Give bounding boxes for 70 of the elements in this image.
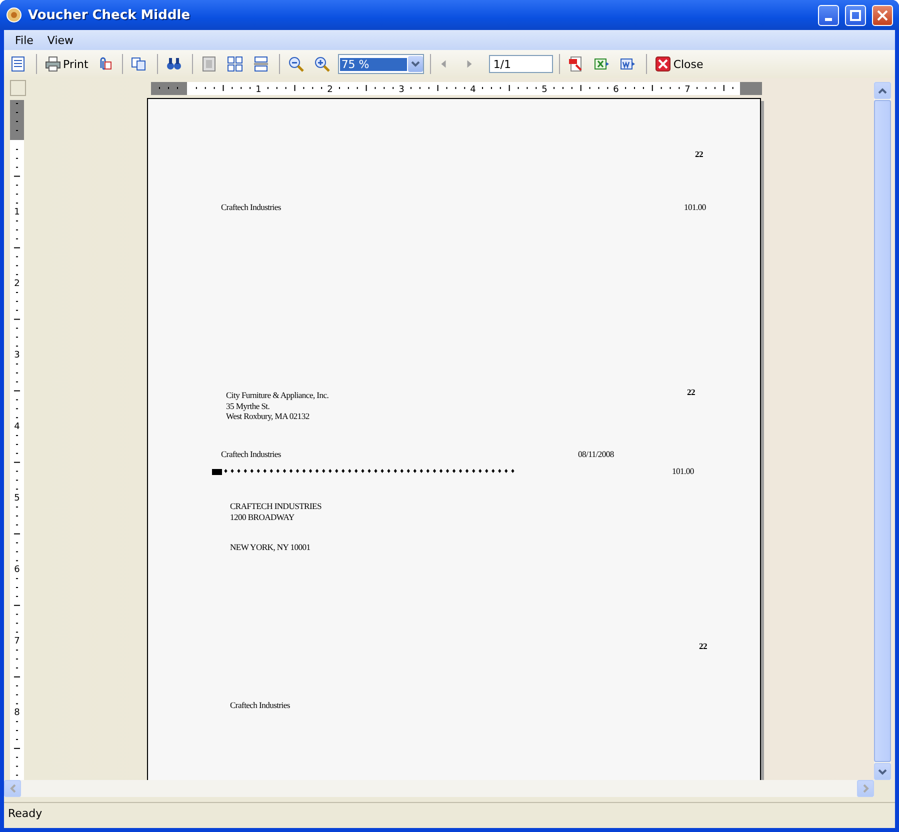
menu-item[interactable]: View — [40, 34, 81, 46]
ruler-number: 2 — [327, 85, 333, 95]
ruler-number: 2 — [14, 278, 20, 289]
report-text: 22 — [695, 149, 703, 160]
zoom-in-icon — [314, 56, 330, 72]
chevron-down-icon — [878, 768, 887, 774]
ruler-number: 4 — [470, 85, 476, 95]
report-text: Craftech Industries — [221, 202, 281, 212]
four-pages-icon — [227, 56, 244, 72]
close-icon — [877, 10, 888, 20]
ruler-number: 1 — [14, 207, 20, 218]
ruler-number: 4 — [14, 422, 20, 432]
ruler-margin — [10, 100, 24, 140]
spreadsheet-export-icon — [594, 56, 610, 72]
zoom-out-icon — [288, 56, 304, 72]
zoom-dropdown[interactable]: 75 % — [338, 54, 424, 74]
printer-icon — [45, 56, 61, 72]
ruler-margin — [740, 82, 762, 95]
ruler-number: 5 — [542, 85, 548, 95]
address-line: City Furniture & Appliance, Inc. — [226, 390, 329, 400]
menu-item[interactable]: File — [8, 34, 40, 46]
app-icon — [6, 7, 22, 23]
binoculars-icon — [166, 56, 182, 72]
ruler-number: 3 — [14, 350, 20, 360]
minimize-icon — [825, 18, 832, 20]
address-line: 1200 BROADWAY — [230, 512, 294, 522]
address-line: West Roxbury, MA 02132 — [226, 411, 310, 422]
chevron-down-icon — [411, 61, 420, 67]
marker-icon — [212, 469, 222, 475]
close-report-button[interactable]: Close — [653, 53, 706, 75]
document-export-icon — [620, 56, 636, 72]
ruler-number: 6 — [14, 564, 20, 575]
ruler-margin — [151, 82, 187, 95]
ruler-number: 6 — [613, 85, 619, 95]
status-text: Ready — [8, 806, 42, 820]
report-text: 101.00 — [684, 202, 706, 212]
chevron-left-icon — [10, 784, 16, 793]
chevron-right-icon — [862, 784, 868, 793]
report-text: 101.00 — [672, 466, 694, 476]
document-list-icon — [10, 56, 26, 72]
print-button[interactable]: Print — [43, 53, 90, 75]
ruler-number: 5 — [14, 493, 20, 504]
report-text: 22 — [699, 641, 707, 652]
close-button[interactable] — [872, 4, 893, 26]
single-page-icon — [201, 56, 218, 72]
report-text: NEW YORK, NY 10001 — [230, 542, 310, 552]
continuous-pages-icon — [253, 56, 270, 72]
window-title: Voucher Check Middle — [28, 8, 192, 22]
ruler-corner — [10, 80, 26, 96]
horizontal-scrollbar[interactable] — [4, 780, 874, 797]
ruler-number: 1 — [256, 85, 262, 95]
address-line: CRAFTECH INDUSTRIES — [230, 501, 322, 512]
report-text: 22 — [687, 387, 695, 398]
copy-icon — [131, 56, 148, 72]
ruler-number: 7 — [14, 636, 20, 646]
ruler-number: 3 — [398, 85, 404, 95]
maximize-button[interactable] — [845, 4, 866, 26]
vertical-scrollbar[interactable] — [874, 82, 891, 780]
ruler-number: 8 — [14, 708, 20, 718]
pdf-document-icon — [568, 56, 584, 72]
page-number-field[interactable]: 1/1 — [489, 55, 554, 73]
report-text: Craftech Industries — [221, 449, 281, 460]
report-text: 08/11/2008 — [578, 449, 614, 460]
address-line: 35 Myrthe St. — [226, 400, 270, 411]
close-icon — [655, 56, 672, 72]
chevron-up-icon — [878, 88, 887, 94]
minimize-button[interactable] — [818, 4, 839, 26]
ruler-number: 7 — [684, 85, 690, 95]
maximize-icon — [850, 10, 861, 20]
report-text: Craftech Industries — [230, 700, 290, 710]
